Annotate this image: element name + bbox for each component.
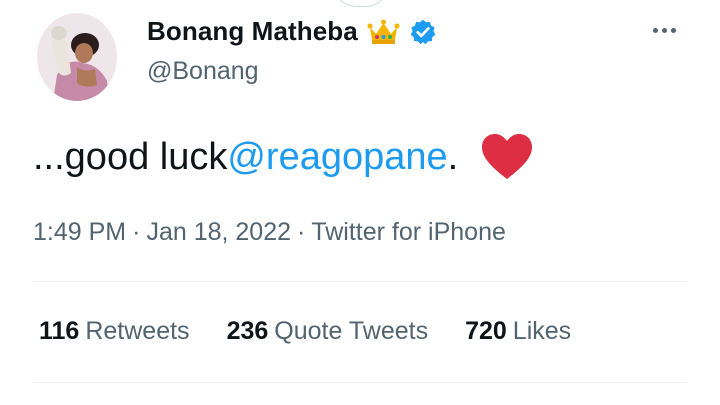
quote-tweets-label: Quote Tweets [274, 317, 429, 345]
tweet-text-suffix: . [447, 135, 459, 178]
author-line: Bonang Matheba [147, 16, 437, 47]
top-edge-indicator [332, 0, 390, 7]
tweet-meta: 1:49 PM · Jan 18, 2022 · Twitter for iPhone [33, 218, 506, 247]
quote-tweets-count: 236 [226, 317, 269, 345]
likes-count: 720 [465, 317, 507, 345]
meta-separator: · [297, 218, 306, 246]
tweet-date[interactable]: Jan 18, 2022 [146, 218, 291, 246]
retweets-stat[interactable]: 116 Retweets [39, 317, 190, 346]
retweets-count: 116 [39, 317, 80, 345]
display-name[interactable]: Bonang Matheba [147, 16, 358, 47]
author-handle[interactable]: @Bonang [147, 57, 259, 86]
more-options-icon[interactable] [653, 28, 676, 33]
mention-link[interactable]: @reagopane [227, 136, 447, 179]
divider [33, 382, 687, 383]
tweet-time[interactable]: 1:49 PM [33, 218, 126, 246]
verified-badge-icon[interactable] [409, 18, 437, 46]
engagement-stats: 116 Retweets 236 Quote Tweets 720 Likes [39, 317, 608, 346]
avatar[interactable] [37, 13, 117, 101]
avatar-photo [37, 13, 117, 101]
divider [33, 281, 687, 282]
tweet-text: ...good luck @reagopane . [33, 133, 534, 181]
crown-icon [367, 19, 400, 44]
tweet-text-prefix: ...good luck [33, 135, 228, 178]
likes-stat[interactable]: 720 Likes [465, 317, 571, 346]
tweet-source[interactable]: Twitter for iPhone [311, 218, 506, 246]
quote-tweets-stat[interactable]: 236 Quote Tweets [227, 317, 429, 346]
likes-label: Likes [512, 317, 572, 345]
meta-separator: · [132, 218, 141, 246]
red-heart-icon [482, 134, 533, 179]
retweets-label: Retweets [85, 317, 190, 345]
